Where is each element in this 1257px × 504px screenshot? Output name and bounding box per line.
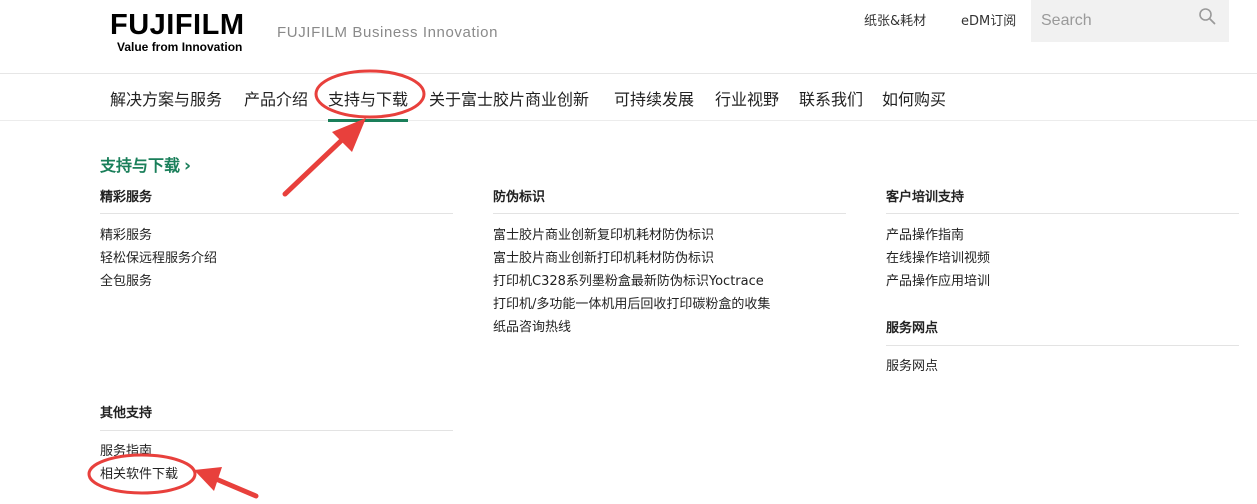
- section-divider: [100, 430, 453, 431]
- menu-link[interactable]: 服务指南: [100, 443, 152, 461]
- menu-link[interactable]: 打印机C328系列墨粉盒最新防伪标识Yoctrace: [493, 273, 764, 291]
- menu-link[interactable]: 在线操作培训视频: [886, 250, 990, 268]
- menu-crumb-link[interactable]: 支持与下载 ›: [100, 152, 191, 176]
- page: FUJIFILM Value from Innovation FUJIFILM …: [0, 0, 1257, 504]
- nav-about[interactable]: 关于富士胶片商业创新: [429, 86, 589, 110]
- paper-supplies-link[interactable]: 纸张&耗材: [864, 10, 926, 29]
- menu-crumb-label: 支持与下载: [100, 156, 181, 175]
- logo-tagline: Value from Innovation: [117, 40, 243, 54]
- nav-contact[interactable]: 联系我们: [799, 86, 863, 110]
- main-nav: 解决方案与服务 产品介绍 支持与下载 关于富士胶片商业创新 可持续发展 行业视野…: [0, 74, 1257, 122]
- menu-link[interactable]: 富士胶片商业创新复印机耗材防伪标识: [493, 227, 714, 245]
- annotation-arrow-icon: [282, 118, 366, 197]
- menu-link[interactable]: 产品操作指南: [886, 227, 964, 245]
- search-box: [1031, 0, 1229, 42]
- section-title: 防伪标识: [493, 190, 546, 205]
- annotation-arrow-icon: [194, 467, 259, 499]
- section-divider: [493, 213, 846, 214]
- nav-solutions-services[interactable]: 解决方案与服务: [110, 86, 222, 110]
- menu-link[interactable]: 服务网点: [886, 358, 938, 376]
- nav-support-download[interactable]: 支持与下载: [328, 86, 409, 122]
- menu-link[interactable]: 富士胶片商业创新打印机耗材防伪标识: [493, 250, 714, 268]
- section-title: 客户培训支持: [886, 190, 965, 205]
- chevron-right-icon: ›: [184, 156, 192, 176]
- nav-products[interactable]: 产品介绍: [244, 86, 308, 110]
- section-divider: [886, 213, 1239, 214]
- section-divider: [886, 345, 1239, 346]
- nav-how-to-buy[interactable]: 如何购买: [882, 86, 946, 110]
- section-title: 精彩服务: [100, 190, 153, 205]
- fujifilm-logo[interactable]: FUJIFILM Value from Innovation: [110, 9, 262, 59]
- menu-link[interactable]: 产品操作应用培训: [886, 273, 990, 291]
- menu-link[interactable]: 打印机/多功能一体机用后回收打印碳粉盒的收集: [493, 296, 770, 314]
- site-header: FUJIFILM Value from Innovation FUJIFILM …: [0, 0, 1257, 74]
- menu-link[interactable]: 纸品咨询热线: [493, 319, 571, 337]
- menu-link[interactable]: 精彩服务: [100, 227, 152, 245]
- menu-link[interactable]: 全包服务: [100, 273, 152, 291]
- section-divider: [100, 213, 453, 214]
- section-title: 其他支持: [100, 406, 153, 421]
- edm-subscribe-link[interactable]: eDM订阅: [961, 10, 1016, 29]
- menu-link[interactable]: 轻松保远程服务介绍: [100, 250, 217, 268]
- brand-subtitle: FUJIFILM Business Innovation: [277, 24, 499, 41]
- nav-industry-insights[interactable]: 行业视野: [715, 86, 779, 110]
- logo-wordmark: FUJIFILM: [110, 9, 245, 41]
- search-icon[interactable]: [1198, 7, 1216, 25]
- section-title: 服务网点: [886, 321, 939, 336]
- nav-sustainability[interactable]: 可持续发展: [614, 86, 694, 110]
- menu-link-software-download[interactable]: 相关软件下载: [100, 466, 178, 484]
- search-input[interactable]: [1041, 9, 1191, 33]
